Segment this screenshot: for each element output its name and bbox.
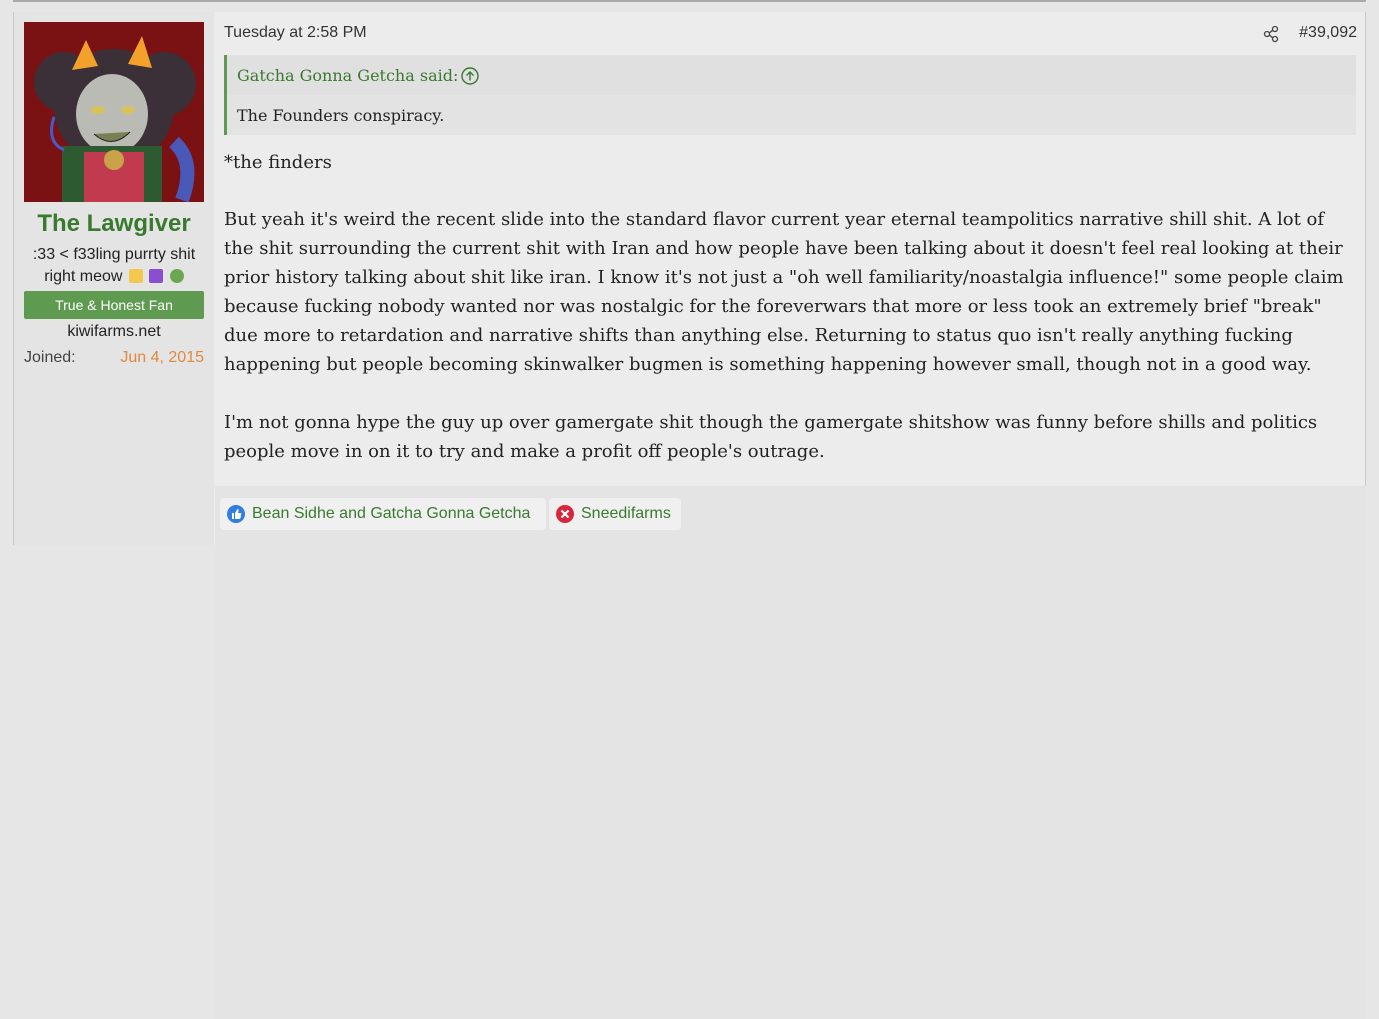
message-body: *the finders But yeah it's weird the rec… (224, 148, 1359, 495)
quote-block: Gatcha Gonna Getcha said: The Founders c… (224, 55, 1356, 135)
jump-to-quote-icon[interactable] (460, 66, 480, 86)
message-paragraph: But yeah it's weird the recent slide int… (224, 209, 1344, 375)
avatar-image (24, 22, 204, 202)
reaction-disagree-label: Sneedifarms (581, 505, 671, 522)
user-info-panel: The Lawgiver :33 < f33ling purrty shit r… (14, 12, 214, 545)
share-icon[interactable] (1262, 25, 1280, 43)
disagree-icon (556, 505, 574, 523)
joined-label: Joined: (24, 349, 76, 366)
user-title-line2: right meow (44, 268, 123, 285)
user-banner: True & Honest Fan (24, 291, 204, 319)
user-site: kiwifarms.net (67, 323, 161, 340)
scream-emoji-icon (128, 269, 143, 283)
kiwi-emoji-icon (169, 269, 184, 283)
message-paragraph: I'm not gonna hype the guy up over gamer… (224, 412, 1318, 462)
post-content: Tuesday at 2:58 PM #39,092 Gatcha Gonna … (215, 12, 1367, 1019)
post-number-link[interactable]: #39,092 (1299, 22, 1357, 44)
quote-header: Gatcha Gonna Getcha said: (227, 55, 1356, 95)
user-avatar[interactable] (24, 22, 204, 202)
top-divider (13, 0, 1366, 2)
reactions-bar: Bean Sidhe and Gatcha Gonna Getcha Sneed… (215, 486, 1367, 1019)
quote-text: The Founders conspiracy. (237, 106, 445, 125)
username-link[interactable]: The Lawgiver (14, 210, 214, 238)
reaction-like-label: Bean Sidhe and Gatcha Gonna Getcha (252, 505, 531, 522)
joined-date: Jun 4, 2015 (120, 349, 204, 366)
forum-post: The Lawgiver :33 < f33ling purrty shit r… (13, 12, 1367, 1019)
quote-author-link[interactable]: Gatcha Gonna Getcha said: (237, 65, 458, 87)
user-title: :33 < f33ling purrty shit right meow (24, 244, 204, 288)
reaction-disagree[interactable]: Sneedifarms (549, 498, 681, 530)
message-paragraph: *the finders (224, 152, 332, 173)
user-title-line1: :33 < f33ling purrty shit (32, 246, 196, 263)
post-date-link[interactable]: Tuesday at 2:58 PM (224, 22, 367, 44)
reaction-like[interactable]: Bean Sidhe and Gatcha Gonna Getcha (220, 498, 546, 530)
cancer-sign-icon (149, 269, 164, 283)
like-icon (227, 505, 245, 523)
